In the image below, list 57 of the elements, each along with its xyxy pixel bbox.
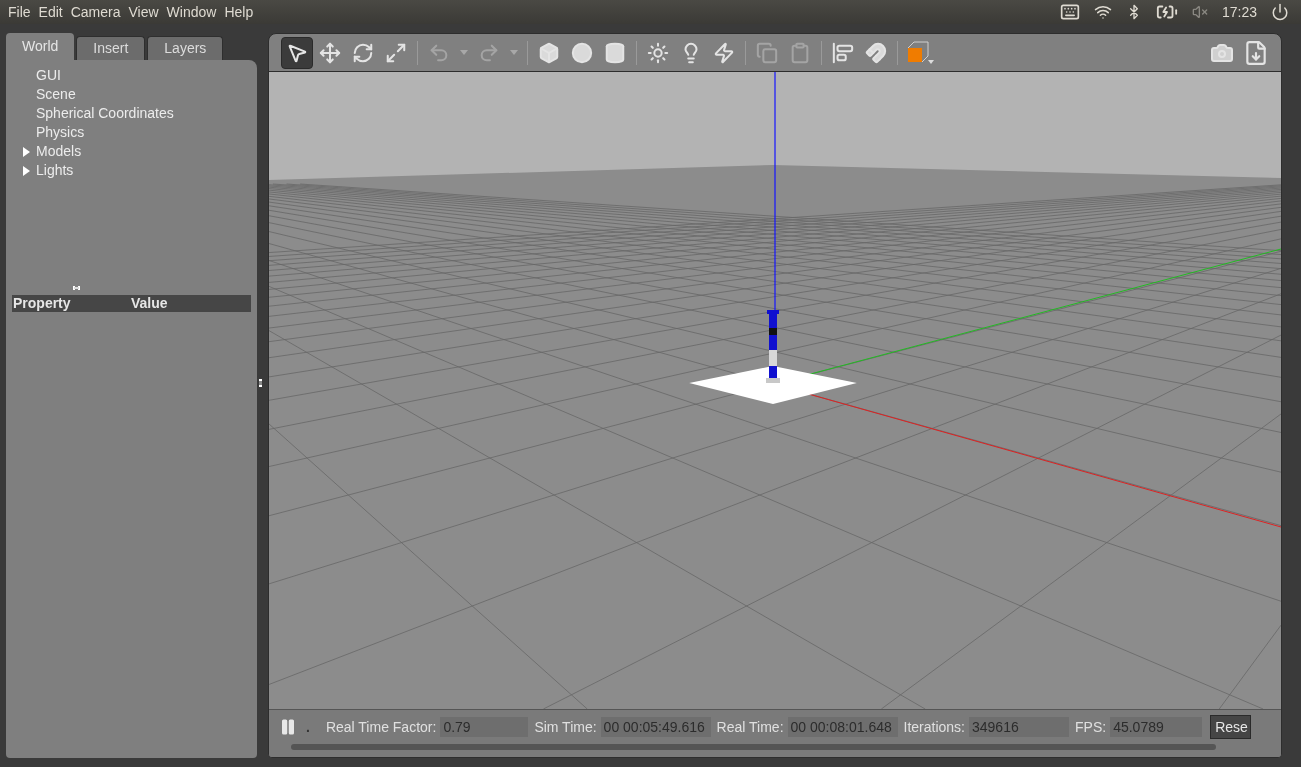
status-field: 349616 xyxy=(969,717,1069,737)
keyboard-icon[interactable] xyxy=(1059,2,1080,22)
log-file-icon[interactable] xyxy=(1243,39,1269,66)
cube-icon xyxy=(538,41,560,64)
menu-item[interactable]: Help xyxy=(220,1,258,23)
menu-item[interactable]: Camera xyxy=(66,1,125,23)
step-mark: . xyxy=(306,717,310,737)
tree-item[interactable]: Spherical Coordinates xyxy=(36,103,174,124)
collapsed-arrow-icon[interactable] xyxy=(22,146,31,157)
status-field: 0.79 xyxy=(440,717,529,737)
menu-item[interactable]: Edit xyxy=(34,1,67,23)
tree-item[interactable]: Lights xyxy=(36,160,74,181)
menu-item[interactable]: File xyxy=(4,1,35,23)
horizontal-scrollbar[interactable] xyxy=(291,744,1216,750)
cylinder-icon xyxy=(604,41,626,64)
tree-item[interactable]: Physics xyxy=(36,122,85,143)
caret-icon xyxy=(460,50,468,55)
tree-item[interactable]: GUI xyxy=(36,65,61,86)
caret-icon xyxy=(510,50,518,55)
column-header: Property xyxy=(12,294,72,313)
reset-button[interactable]: Rese xyxy=(1210,715,1251,739)
tree-item[interactable]: Models xyxy=(36,141,82,162)
magnet-icon xyxy=(865,41,887,64)
rotate-icon xyxy=(352,41,374,64)
copy-icon xyxy=(756,41,778,64)
menu-item[interactable]: View xyxy=(124,1,163,23)
status-label: Real Time Factor: xyxy=(325,717,437,737)
scale-arrows-icon xyxy=(385,41,407,64)
splitter-handle[interactable] xyxy=(259,379,262,387)
status-label: FPS: xyxy=(1075,717,1107,737)
status-label: Real Time: xyxy=(716,717,784,737)
clock-time[interactable]: 17:23 xyxy=(1221,1,1257,23)
status-field: 00 00:08:01.648 xyxy=(787,717,898,737)
splitter-handle[interactable] xyxy=(73,286,80,290)
status-label: Sim Time: xyxy=(534,717,597,737)
panel-tab[interactable]: World xyxy=(6,33,75,60)
directional-light-icon xyxy=(713,41,735,64)
collapsed-arrow-icon[interactable] xyxy=(22,165,31,176)
sphere-icon xyxy=(571,41,593,64)
tree-item[interactable]: Scene xyxy=(36,84,76,105)
wifi-icon[interactable] xyxy=(1093,3,1112,21)
panel-tab[interactable]: Layers xyxy=(147,36,224,60)
sun-icon xyxy=(647,41,669,64)
view-cube-icon xyxy=(906,39,936,66)
power-icon[interactable] xyxy=(1271,3,1289,21)
column-header: Value xyxy=(131,294,168,313)
panel-tab[interactable]: Insert xyxy=(76,36,146,60)
paste-icon xyxy=(789,41,811,64)
status-field: 00 00:05:49.616 xyxy=(600,717,711,737)
align-icon xyxy=(832,41,854,64)
mute-icon[interactable] xyxy=(1191,4,1208,20)
pause-icon[interactable] xyxy=(279,718,297,736)
status-field: 45.0789 xyxy=(1110,717,1203,737)
menu-item[interactable]: Window xyxy=(162,1,221,23)
status-label: Iterations: xyxy=(903,717,965,737)
select-tool-button[interactable] xyxy=(281,36,313,69)
move-arrows-icon xyxy=(319,41,341,64)
